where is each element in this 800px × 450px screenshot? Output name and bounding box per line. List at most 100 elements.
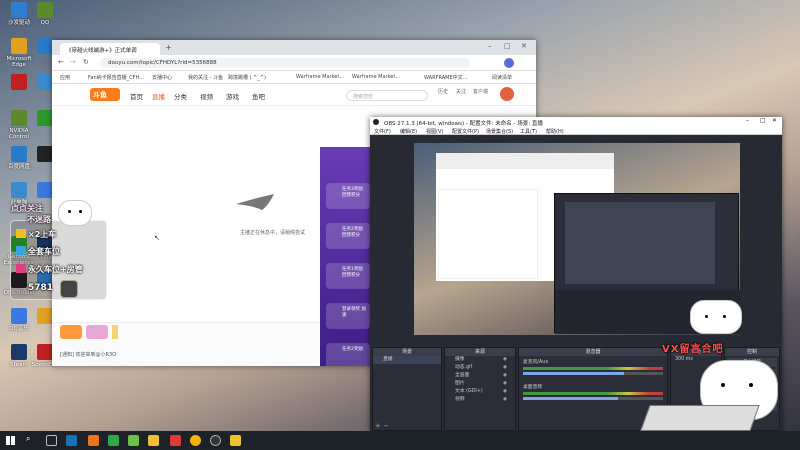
explorer-taskbar-icon[interactable] xyxy=(148,435,159,446)
obs-menu-item[interactable]: 文件(F) xyxy=(374,128,391,135)
shortcut-label: QQ xyxy=(40,20,50,26)
activity-card[interactable]: 任务1奖励 回馈积分 xyxy=(326,263,370,289)
history-link[interactable]: 历史 xyxy=(438,88,448,95)
app-icon xyxy=(37,308,53,324)
bookmark-item[interactable]: Warframe Market... xyxy=(352,74,400,80)
windows-start-icon[interactable] xyxy=(6,436,15,445)
nav-fishbar[interactable]: 鱼吧 xyxy=(252,91,265,101)
eye-icon[interactable]: ◉ xyxy=(503,356,507,364)
forward-icon[interactable]: → xyxy=(70,58,76,66)
minimize-icon[interactable]: – xyxy=(746,117,749,124)
eye-icon[interactable]: ◉ xyxy=(503,380,507,388)
cat-sticker-icon xyxy=(58,200,92,226)
tab-bar: 《穿越火线端游+》正式单调 + – □ ✕ xyxy=(52,40,536,55)
bookmark-item[interactable]: WARFRAME中文... xyxy=(424,74,467,81)
bookmark-item[interactable]: 跨境跳槽 ( ^_^) xyxy=(228,74,266,81)
nav-home[interactable]: 首页 xyxy=(130,91,143,101)
edge-icon xyxy=(11,38,27,54)
gift-icon[interactable] xyxy=(86,325,108,339)
bookmark-item[interactable]: 阅读清单 xyxy=(492,74,512,81)
obs-menu-item[interactable]: 视图(V) xyxy=(426,128,443,135)
obs-taskbar-icon[interactable] xyxy=(210,435,221,446)
bookmark-item[interactable]: 应用 xyxy=(60,74,70,81)
follow-link[interactable]: 关注 xyxy=(456,88,466,95)
activity-card[interactable]: 任务2奖励 xyxy=(326,343,370,366)
nav-games[interactable]: 游戏 xyxy=(226,91,239,101)
bookmark-item[interactable]: Warframe Market... xyxy=(296,74,344,80)
volume-slider-fill xyxy=(523,397,619,400)
source-label: 摄像 xyxy=(455,357,465,362)
eye-icon[interactable]: ◉ xyxy=(503,372,507,380)
steam-taskbar-icon[interactable] xyxy=(66,435,77,446)
close-icon[interactable]: ✕ xyxy=(521,42,527,50)
shortcut-label: Microsoft Edge xyxy=(6,56,32,68)
url-field[interactable]: douyu.com/topic/CFHDYL?rid=5356888 xyxy=(100,58,470,68)
app-icon xyxy=(37,110,53,126)
app-icon xyxy=(11,146,27,162)
minimize-icon[interactable]: – xyxy=(488,42,492,50)
bookmarks-bar: 应用 Fan纳卡报告直播_CFH... 去播中心 我的关注 - 斗鱼 跨境跳槽 ( ^_… xyxy=(52,71,536,84)
close-icon[interactable]: ✕ xyxy=(772,117,777,124)
vx-overlay-text: VX留言合吧 xyxy=(662,344,724,355)
app-taskbar-icon[interactable] xyxy=(108,435,119,446)
obs-menu-item[interactable]: 工具(T) xyxy=(520,128,537,135)
back-icon[interactable]: ← xyxy=(58,58,64,66)
site-search-input[interactable]: 搜索您想 xyxy=(346,90,428,101)
new-tab-icon[interactable]: + xyxy=(165,43,172,52)
bookmark-item[interactable]: 我的关注 - 斗鱼 xyxy=(188,74,223,81)
maximize-icon[interactable]: □ xyxy=(504,42,511,50)
nav-video[interactable]: 视频 xyxy=(200,91,213,101)
scene-item[interactable]: 直播 xyxy=(373,356,441,364)
obs-menu-item[interactable]: 帮助(H) xyxy=(546,128,564,135)
client-link[interactable]: 客户端 xyxy=(473,88,488,95)
desktop-shortcut[interactable]: QQ xyxy=(28,2,62,26)
app-icon xyxy=(11,2,27,18)
activity-card[interactable]: 登录领奖 加速 xyxy=(326,303,370,329)
volume-slider[interactable] xyxy=(523,397,663,400)
browser-tab[interactable]: 《穿越火线端游+》正式单调 xyxy=(60,43,160,55)
source-item[interactable]: 摄像 ◉ xyxy=(445,356,515,364)
source-item[interactable]: 文本 (GDI+) ◉ xyxy=(445,388,515,396)
source-item[interactable]: 视频 ◉ xyxy=(445,396,515,404)
reload-icon[interactable]: ↻ xyxy=(83,58,89,66)
source-item[interactable]: 全画面 ◉ xyxy=(445,372,515,380)
app-taskbar-icon[interactable] xyxy=(170,435,181,446)
nav-category[interactable]: 分类 xyxy=(174,91,187,101)
activity-card[interactable]: 任务3奖励 回馈积分 xyxy=(326,183,370,209)
obs-menu-item[interactable]: 配置文件(P) xyxy=(452,128,479,135)
taskbar: ⌕ xyxy=(0,431,800,450)
app-taskbar-icon[interactable] xyxy=(128,435,139,446)
eye-icon[interactable]: ◉ xyxy=(503,388,507,396)
activity-card[interactable]: 任务2奖励 回馈积分 xyxy=(326,223,370,249)
gift-icon[interactable] xyxy=(112,325,118,339)
bookmark-item[interactable]: Fan纳卡报告直播_CFH... xyxy=(88,74,144,81)
task-view-icon[interactable] xyxy=(46,435,57,446)
eye-icon[interactable]: ◉ xyxy=(503,364,507,372)
app-taskbar-icon[interactable] xyxy=(88,435,99,446)
badge-icon xyxy=(16,246,26,255)
volume-slider[interactable] xyxy=(523,372,663,375)
douyu-logo[interactable]: 斗鱼 xyxy=(90,88,120,101)
profile-avatar[interactable] xyxy=(504,58,514,68)
site-header: 斗鱼 首页 直播 分类 视频 游戏 鱼吧 搜索您想 历史 关注 客户端 xyxy=(52,84,536,106)
activity-card-label: 任务2奖励 xyxy=(342,347,363,352)
nav-live[interactable]: 直播 xyxy=(152,91,165,101)
user-avatar[interactable] xyxy=(500,87,514,101)
gift-icon[interactable] xyxy=(60,325,82,339)
chrome-taskbar-icon[interactable] xyxy=(190,435,201,446)
eye-icon[interactable]: ◉ xyxy=(503,396,507,404)
maximize-icon[interactable]: □ xyxy=(760,117,766,124)
cat-sticker-icon xyxy=(690,300,742,334)
obs-menu-item[interactable]: 场景集合(S) xyxy=(486,128,513,135)
lock-icon xyxy=(60,280,78,298)
activity-card-label: 任务2奖励 回馈积分 xyxy=(342,227,363,238)
keyboard-icon xyxy=(640,405,760,431)
search-icon[interactable]: ⌕ xyxy=(26,434,37,445)
app-icon xyxy=(11,74,27,90)
obs-menu-item[interactable]: 编辑(E) xyxy=(400,128,417,135)
scene-add-button[interactable]: + − xyxy=(375,422,389,430)
source-item[interactable]: 图片 ◉ xyxy=(445,380,515,388)
app-taskbar-icon[interactable] xyxy=(230,435,241,446)
bookmark-item[interactable]: 去播中心 xyxy=(152,74,172,81)
source-item[interactable]: 动态.gif ◉ xyxy=(445,364,515,372)
